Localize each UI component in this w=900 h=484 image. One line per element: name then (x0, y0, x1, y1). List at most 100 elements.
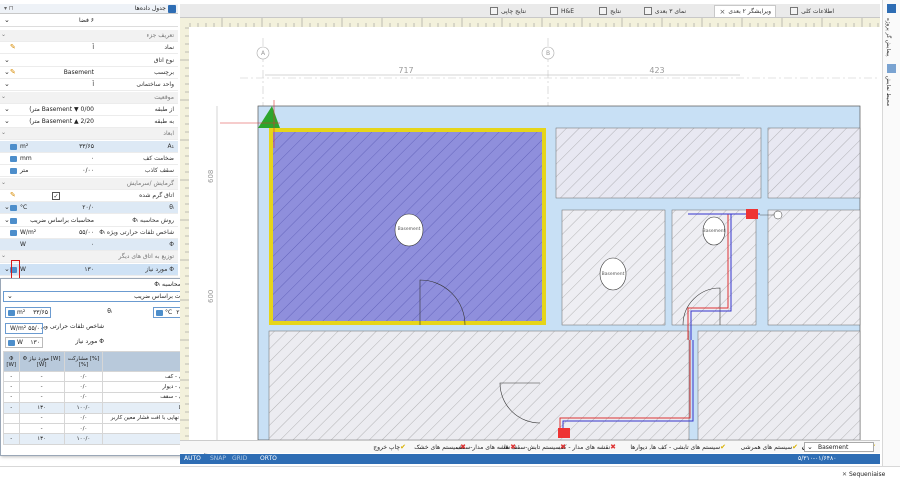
chevron-down-icon[interactable]: ⌄ (4, 16, 10, 24)
project-navigator-tab[interactable]: پیمایش گر پروژه (885, 18, 891, 57)
room-tag[interactable]: Basement (394, 213, 424, 247)
tab-general-info[interactable]: اطلاعات کلی (786, 5, 838, 17)
layer-toggle[interactable]: ✔سیستم های تابشی - کف ها, دیوارها (630, 443, 726, 451)
close-icon[interactable]: × (719, 8, 725, 16)
unit-icon[interactable] (10, 205, 17, 212)
property-value[interactable]: اَ (92, 44, 94, 51)
tab-3d-view[interactable]: نمای ۳ بعدی (640, 5, 690, 17)
property-row[interactable]: نوع اتاق ⌄ (0, 55, 178, 67)
view-icon[interactable] (887, 64, 896, 73)
chevron-down-icon[interactable]: ⌄ (4, 68, 10, 76)
expand-icon[interactable]: ⌄ (1, 179, 6, 186)
table-cell-share[interactable]: ۱۰۰/۰ (63, 433, 104, 445)
table-row[interactable]: -۰/۰ واحدهای نهایی با افت فشار معین کاربر (3, 412, 203, 424)
chevron-down-icon[interactable]: ⌄ (4, 203, 10, 211)
table-row[interactable]: --۰/۰تشعشعی - کف (3, 370, 203, 383)
property-value[interactable]: اَ (92, 81, 94, 88)
index-field[interactable]: W/m² ۵۵/۰۰ (5, 323, 43, 334)
property-category[interactable]: توزیع به اتاق های دیگر ⌄ (0, 251, 178, 264)
tab-print-results[interactable]: نتایج چاپی (486, 5, 530, 17)
layer-toggle[interactable]: ✔چاپ خروج (373, 443, 406, 451)
chevron-down-icon[interactable]: ⌄ (4, 56, 10, 64)
floor-plan[interactable]: A B 717 423 608 600 Basement Basement Ba… (180, 18, 880, 440)
mode-snap[interactable]: SNAP (210, 455, 226, 462)
mode-orto[interactable]: ORTO (260, 455, 277, 462)
property-row[interactable]: θᵢ ۲۰/۰ °C ⌄ (0, 202, 178, 215)
chevron-down-icon[interactable]: ⌄ (4, 105, 10, 113)
property-category[interactable]: تعریف جزء ⌄ (0, 30, 178, 42)
pencil-icon[interactable]: ✎ (10, 68, 16, 76)
property-value[interactable]: ۰ (91, 155, 94, 162)
property-row[interactable]: از طبقه Basement ▼ 0/00 متر) ⌄ (0, 104, 178, 116)
chevron-down-icon[interactable]: ⌄ (4, 117, 10, 125)
table-row[interactable]: -۱۳۰۱۰۰/۰مجموع (3, 433, 203, 445)
bottom-tab[interactable]: ✕ Sequeniaise (842, 471, 885, 478)
table-cell-share[interactable]: ۱۰۰/۰ (63, 402, 104, 414)
pencil-icon[interactable]: ✎ (10, 191, 16, 199)
display-tab[interactable]: محیط نمایش (885, 76, 891, 106)
chevron-down-icon[interactable]: ⌄ (4, 216, 10, 224)
pencil-icon[interactable]: ✎ (10, 43, 16, 51)
property-row[interactable]: سقف کاذب ۰/۰۰ متر (0, 165, 178, 178)
table-row[interactable]: -۱۳۰۱۰۰/۰رادیاتورها (3, 402, 203, 414)
floor-select[interactable]: Basement ⌄ (804, 442, 874, 452)
property-category[interactable]: موقعیت ⌄ (0, 91, 178, 104)
property-row[interactable]: نماد اَ ✎ (0, 42, 178, 55)
mode-auto[interactable]: AUTO (184, 455, 201, 462)
property-row[interactable]: برچسب Basement ✎ ⌄ (0, 67, 178, 79)
unit-icon[interactable] (10, 217, 17, 224)
chevron-down-icon[interactable]: ⌄ (4, 80, 10, 88)
method-select[interactable]: محاسبات براساس ضریب ⌄ (3, 291, 203, 302)
property-row[interactable]: Φ مورد نیاز ۱۳۰ W ⌄ (0, 263, 178, 276)
expand-icon[interactable]: ⌄ (1, 129, 6, 136)
table-cell-share[interactable]: ۰/۰ (63, 422, 104, 435)
layer-toggle[interactable]: ✖نقشه های مدار - کف (557, 443, 616, 451)
property-value[interactable]: Basement ▼ 0/00 متر) (29, 106, 94, 113)
layer-toggle[interactable]: ✔سیستم های همرشی (741, 443, 798, 451)
tab-2d-editor[interactable]: ویرایشگر ۲ بعدی × (714, 5, 776, 17)
table-row[interactable]: -۰/۰دیگر (3, 422, 203, 435)
unit-icon[interactable] (10, 229, 17, 236)
property-value[interactable]: ۰/۰۰ (82, 167, 94, 174)
area-field[interactable]: m² ۳۳/۶۵ (5, 307, 51, 318)
table-cell-share[interactable]: ۰/۰ (63, 412, 104, 424)
property-row[interactable]: ضخامت کف ۰ mm (0, 153, 178, 165)
room-tag[interactable]: Basement (703, 216, 726, 246)
pin-icon[interactable]: ▾ ⊓ (4, 5, 14, 12)
property-row[interactable]: به طبقه Basement ▲ 2/20 متر) ⌄ (0, 116, 178, 129)
property-category[interactable]: گرمایش /سرمایش ⌄ (0, 177, 178, 190)
property-row[interactable]: شاخص تلفات حرارتی ویژه Φᵢ ۵۵/۰۰ W/m² (0, 227, 178, 239)
tab-results[interactable]: نتایج (595, 5, 625, 17)
unit-icon[interactable] (10, 156, 17, 162)
unit-icon[interactable] (10, 143, 17, 150)
property-row[interactable]: A₁ ۳۳/۶۵ m² (0, 140, 178, 153)
layer-toggle[interactable]: ✖سیستم های خشک (414, 443, 466, 451)
expand-icon[interactable]: ⌄ (1, 93, 6, 100)
property-value[interactable]: ۱۳۰ (84, 266, 94, 273)
property-row[interactable]: واحد ساختمانی اَ ⌄ (0, 79, 178, 92)
mode-grid[interactable]: GRID (232, 455, 247, 462)
table-cell-share[interactable]: ۰/۰ (63, 391, 104, 404)
property-row[interactable]: Φ ۰ W (0, 239, 178, 252)
property-value[interactable]: ۲۰/۰ (82, 204, 94, 211)
radiator[interactable] (558, 428, 570, 438)
radiator[interactable] (746, 209, 758, 219)
navigator-icon[interactable] (887, 4, 896, 13)
drawing-canvas[interactable]: A B 717 423 608 600 Basement Basement Ba… (180, 18, 880, 440)
table-cell-share[interactable]: ۰/۰ (63, 381, 104, 393)
property-value[interactable]: ۳۳/۶۵ (79, 143, 94, 150)
table-row[interactable]: --۰/۰تشعشعی - سقف (3, 391, 203, 404)
room-tag[interactable]: Basement (599, 257, 627, 291)
chevron-down-icon[interactable]: ⌄ (4, 265, 10, 273)
table-row[interactable]: --۰/۰تشعشعی - دیوار (3, 381, 203, 393)
property-value[interactable]: Basement ▲ 2/20 متر) (29, 118, 94, 125)
property-row[interactable]: روش محاسبه Φᵢ محاسبات براساس ضریب ⌄ (0, 215, 178, 227)
tab-he[interactable]: H&E (546, 5, 578, 17)
object-selector[interactable]: ۶ فضا ⌄ (0, 15, 178, 27)
property-category[interactable]: ابعاد ⌄ (0, 128, 178, 141)
property-value[interactable]: ۰ (91, 241, 94, 248)
table-cell-share[interactable]: ۰/۰ (63, 370, 104, 383)
property-row[interactable]: اتاق گرم شده ✎ ✓ (0, 190, 178, 202)
expand-icon[interactable]: ⌄ (1, 252, 6, 259)
unit-icon[interactable] (10, 168, 17, 175)
